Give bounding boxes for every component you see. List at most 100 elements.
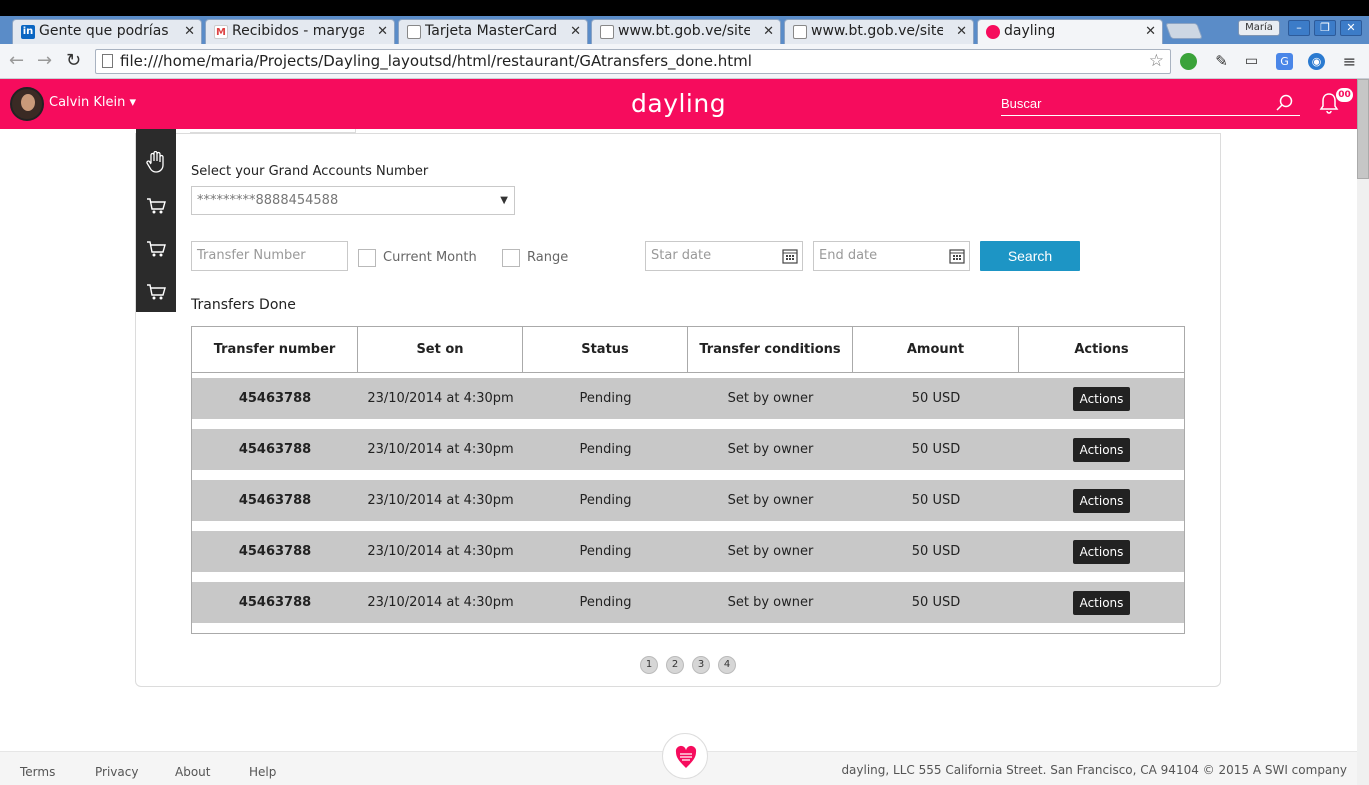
set-on-cell: 23/10/2014 at 4:30pm <box>367 442 514 457</box>
page-1-button[interactable]: 1 <box>640 656 658 674</box>
range-checkbox[interactable] <box>502 249 520 267</box>
app-header: Calvin Klein ▾ dayling 00 <box>0 79 1357 129</box>
restore-button[interactable]: ❐ <box>1314 20 1336 36</box>
close-icon[interactable]: ✕ <box>377 20 388 43</box>
page-4-button[interactable]: 4 <box>718 656 736 674</box>
browser-tab-mastercard[interactable]: Tarjeta MasterCard ✕ <box>398 19 588 44</box>
amount-cell: 50 USD <box>911 391 961 406</box>
page-icon <box>407 25 421 39</box>
side-item-cart-3[interactable] <box>136 272 176 312</box>
column-header-status: Status <box>523 327 688 372</box>
cart-icon <box>147 284 166 300</box>
menu-icon[interactable]: ≡ <box>1341 53 1358 70</box>
copyright-text: dayling, LLC 555 California Street. San … <box>841 763 1347 777</box>
window-close-button[interactable]: ✕ <box>1340 20 1362 36</box>
forward-icon[interactable]: → <box>37 50 52 72</box>
dayling-badge[interactable] <box>662 733 708 779</box>
search-button[interactable]: Search <box>980 241 1080 271</box>
hand-icon <box>146 151 164 173</box>
actions-button[interactable]: Actions <box>1072 590 1131 615</box>
bookmark-star-icon[interactable]: ☆ <box>1149 50 1164 73</box>
actions-button[interactable]: Actions <box>1072 539 1131 564</box>
end-date-placeholder: End date <box>819 248 878 263</box>
footer-link-privacy[interactable]: Privacy <box>95 765 138 779</box>
profile-chip[interactable]: María <box>1238 20 1280 36</box>
new-tab-button[interactable] <box>1165 23 1203 39</box>
conditions-cell: Set by owner <box>727 595 814 610</box>
user-menu[interactable]: Calvin Klein ▾ <box>49 95 136 110</box>
browser-tab-strip: in Gente que podrías co ✕ M Recibidos - … <box>0 16 1369 44</box>
eyedropper-icon[interactable]: ✎ <box>1213 53 1230 70</box>
page-icon <box>102 54 113 68</box>
table-row: 45463788 23/10/2014 at 4:30pm Pending Se… <box>192 582 1184 623</box>
current-month-checkbox[interactable] <box>358 249 376 267</box>
dropdown-arrow-icon: ▼ <box>500 195 508 206</box>
range-label: Range <box>527 250 569 265</box>
table-header: Transfer number Set on Status Transfer c… <box>192 327 1184 373</box>
close-icon[interactable]: ✕ <box>763 20 774 43</box>
back-icon[interactable]: ← <box>9 50 24 72</box>
tab-title: Gente que podrías co <box>39 23 171 39</box>
avatar[interactable] <box>10 87 44 121</box>
footer-link-terms[interactable]: Terms <box>20 765 55 779</box>
close-icon[interactable]: ✕ <box>184 20 195 43</box>
actions-button[interactable]: Actions <box>1072 437 1131 462</box>
tab-title: dayling <box>1004 23 1056 39</box>
set-on-cell: 23/10/2014 at 4:30pm <box>367 493 514 508</box>
actions-button[interactable]: Actions <box>1072 488 1131 513</box>
table-row: 45463788 23/10/2014 at 4:30pm Pending Se… <box>192 480 1184 521</box>
column-header-actions: Actions <box>1074 342 1129 357</box>
column-header-transfer-conditions: Transfer conditions <box>688 327 853 372</box>
screenshot-icon[interactable]: ▭ <box>1243 53 1260 70</box>
browser-tab-gmail[interactable]: M Recibidos - marygaby ✕ <box>205 19 395 44</box>
transfer-number-cell: 45463788 <box>238 391 312 406</box>
address-bar[interactable]: file:///home/maria/Projects/Dayling_layo… <box>95 49 1171 74</box>
account-select-label: Select your Grand Accounts Number <box>191 164 429 179</box>
footer-link-help[interactable]: Help <box>249 765 276 779</box>
reload-icon[interactable]: ↻ <box>66 50 81 72</box>
window-titlebar <box>0 0 1369 16</box>
column-header-set-on: Set on <box>358 327 523 372</box>
side-item-hand[interactable] <box>136 142 176 182</box>
search-icon[interactable] <box>1276 94 1294 112</box>
browser-tab-linkedin[interactable]: in Gente que podrías co ✕ <box>12 19 202 44</box>
account-select[interactable]: *********8888454588 ▼ <box>191 186 515 215</box>
actions-cell: Actions <box>1019 480 1184 521</box>
browser-tab-dayling[interactable]: dayling ✕ <box>977 19 1163 44</box>
browser-tab-bt-1[interactable]: www.bt.gob.ve/sites ✕ <box>591 19 781 44</box>
set-on-cell: 23/10/2014 at 4:30pm <box>367 544 514 559</box>
globe-icon[interactable]: ◉ <box>1308 53 1325 70</box>
page-icon <box>793 25 807 39</box>
page-scrollbar[interactable] <box>1357 79 1369 785</box>
gmail-icon: M <box>214 25 228 39</box>
minimize-button[interactable]: – <box>1288 20 1310 36</box>
page-3-button[interactable]: 3 <box>692 656 710 674</box>
close-icon[interactable]: ✕ <box>956 20 967 43</box>
side-item-cart-1[interactable] <box>136 186 176 226</box>
extension-leaf-icon[interactable] <box>1180 53 1197 70</box>
transfer-number-input[interactable]: Transfer Number <box>191 241 348 271</box>
close-icon[interactable]: ✕ <box>570 20 581 43</box>
actions-cell: Actions <box>1019 378 1184 419</box>
transfer-number-cell: 45463788 <box>238 544 312 559</box>
actions-button[interactable]: Actions <box>1072 386 1131 411</box>
table-row: 45463788 23/10/2014 at 4:30pm Pending Se… <box>192 429 1184 470</box>
end-date-input[interactable]: End date <box>813 241 970 271</box>
dayling-logo[interactable]: dayling <box>631 89 726 118</box>
browser-tab-bt-2[interactable]: www.bt.gob.ve/sites ✕ <box>784 19 974 44</box>
side-item-cart-2[interactable] <box>136 229 176 269</box>
footer-link-about[interactable]: About <box>175 765 210 779</box>
search-input[interactable] <box>1001 92 1271 114</box>
column-header-transfer-number: Transfer number <box>192 327 358 372</box>
translate-icon[interactable]: G <box>1276 53 1293 70</box>
table-row: 45463788 23/10/2014 at 4:30pm Pending Se… <box>192 378 1184 419</box>
scrollbar-thumb[interactable] <box>1357 79 1369 179</box>
status-cell: Pending <box>579 442 632 457</box>
calendar-icon[interactable] <box>782 248 798 264</box>
calendar-icon[interactable] <box>949 248 965 264</box>
close-icon[interactable]: ✕ <box>1145 20 1156 43</box>
dayling-icon <box>986 25 1000 39</box>
account-select-value: *********8888454588 <box>197 193 339 208</box>
page-2-button[interactable]: 2 <box>666 656 684 674</box>
start-date-input[interactable]: Star date <box>645 241 803 271</box>
